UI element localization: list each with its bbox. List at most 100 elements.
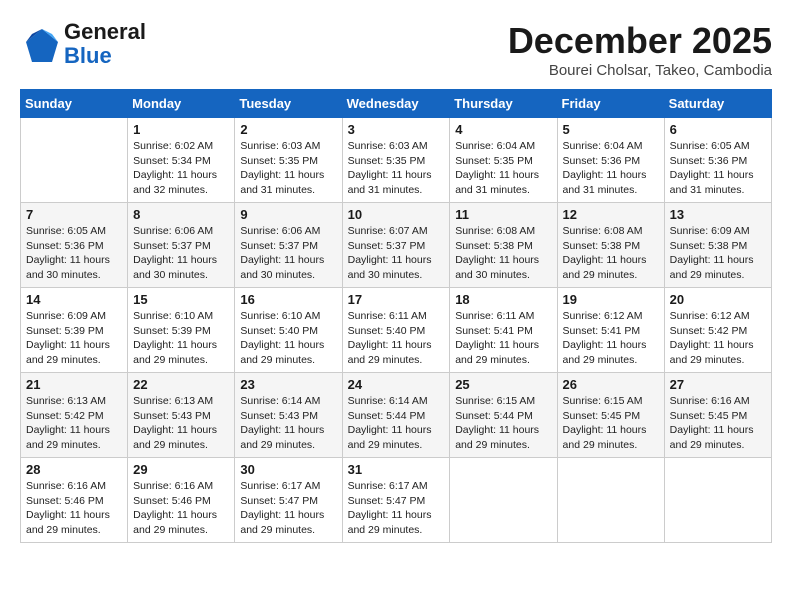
- day-info: Sunrise: 6:02 AMSunset: 5:34 PMDaylight:…: [133, 139, 229, 198]
- day-info: Sunrise: 6:10 AMSunset: 5:39 PMDaylight:…: [133, 309, 229, 368]
- calendar-cell: 22 Sunrise: 6:13 AMSunset: 5:43 PMDayligh…: [128, 373, 235, 458]
- calendar-cell: [450, 458, 557, 543]
- day-number: 22: [133, 377, 229, 392]
- day-info: Sunrise: 6:06 AMSunset: 5:37 PMDaylight:…: [240, 224, 336, 283]
- day-info: Sunrise: 6:17 AMSunset: 5:47 PMDaylight:…: [240, 479, 336, 538]
- day-info: Sunrise: 6:13 AMSunset: 5:42 PMDaylight:…: [26, 394, 122, 453]
- calendar-cell: 13Sunrise: 6:09 AMSunset: 5:38 PMDayligh…: [664, 203, 771, 288]
- weekday-header: Monday: [128, 90, 235, 118]
- calendar-cell: 17 Sunrise: 6:11 AMSunset: 5:40 PMDayligh…: [342, 288, 450, 373]
- calendar-cell: 8 Sunrise: 6:06 AMSunset: 5:37 PMDaylight…: [128, 203, 235, 288]
- month-title: December 2025: [508, 20, 772, 62]
- day-info: Sunrise: 6:09 AMSunset: 5:38 PMDaylight:…: [670, 224, 766, 283]
- day-number: 4: [455, 122, 551, 137]
- calendar-week-row: 21 Sunrise: 6:13 AMSunset: 5:42 PMDayligh…: [21, 373, 772, 458]
- weekday-header: Wednesday: [342, 90, 450, 118]
- day-number: 26: [563, 377, 659, 392]
- day-info: Sunrise: 6:14 AMSunset: 5:43 PMDaylight:…: [240, 394, 336, 453]
- calendar-cell: 29 Sunrise: 6:16 AMSunset: 5:46 PMDayligh…: [128, 458, 235, 543]
- calendar-cell: 25 Sunrise: 6:15 AMSunset: 5:44 PMDayligh…: [450, 373, 557, 458]
- day-info: Sunrise: 6:10 AMSunset: 5:40 PMDaylight:…: [240, 309, 336, 368]
- day-info: Sunrise: 6:06 AMSunset: 5:37 PMDaylight:…: [133, 224, 229, 283]
- day-number: 10: [348, 207, 445, 222]
- logo-line2: Blue: [64, 44, 146, 68]
- day-number: 5: [563, 122, 659, 137]
- calendar-week-row: 14Sunrise: 6:09 AMSunset: 5:39 PMDayligh…: [21, 288, 772, 373]
- day-info: Sunrise: 6:15 AMSunset: 5:45 PMDaylight:…: [563, 394, 659, 453]
- calendar-cell: [557, 458, 664, 543]
- calendar-cell: 1Sunrise: 6:02 AMSunset: 5:34 PMDaylight…: [128, 118, 235, 203]
- day-info: Sunrise: 6:04 AMSunset: 5:35 PMDaylight:…: [455, 139, 551, 198]
- weekday-header: Sunday: [21, 90, 128, 118]
- day-number: 17: [348, 292, 445, 307]
- calendar-header-row: SundayMondayTuesdayWednesdayThursdayFrid…: [21, 90, 772, 118]
- logo-icon: [20, 24, 60, 64]
- day-number: 23: [240, 377, 336, 392]
- calendar-cell: 4 Sunrise: 6:04 AMSunset: 5:35 PMDaylight…: [450, 118, 557, 203]
- calendar-cell: 18Sunrise: 6:11 AMSunset: 5:41 PMDayligh…: [450, 288, 557, 373]
- calendar-cell: 30 Sunrise: 6:17 AMSunset: 5:47 PMDayligh…: [235, 458, 342, 543]
- day-info: Sunrise: 6:07 AMSunset: 5:37 PMDaylight:…: [348, 224, 445, 283]
- calendar-cell: 28 Sunrise: 6:16 AMSunset: 5:46 PMDayligh…: [21, 458, 128, 543]
- calendar-cell: 19 Sunrise: 6:12 AMSunset: 5:41 PMDayligh…: [557, 288, 664, 373]
- day-number: 25: [455, 377, 551, 392]
- day-info: Sunrise: 6:08 AMSunset: 5:38 PMDaylight:…: [563, 224, 659, 283]
- calendar-cell: 12Sunrise: 6:08 AMSunset: 5:38 PMDayligh…: [557, 203, 664, 288]
- calendar-cell: 31Sunrise: 6:17 AMSunset: 5:47 PMDayligh…: [342, 458, 450, 543]
- weekday-header: Tuesday: [235, 90, 342, 118]
- calendar-week-row: 28 Sunrise: 6:16 AMSunset: 5:46 PMDayligh…: [21, 458, 772, 543]
- calendar-cell: 21 Sunrise: 6:13 AMSunset: 5:42 PMDayligh…: [21, 373, 128, 458]
- calendar-cell: 27 Sunrise: 6:16 AMSunset: 5:45 PMDayligh…: [664, 373, 771, 458]
- day-info: Sunrise: 6:16 AMSunset: 5:45 PMDaylight:…: [670, 394, 766, 453]
- day-info: Sunrise: 6:11 AMSunset: 5:41 PMDaylight:…: [455, 309, 551, 368]
- calendar-cell: 5 Sunrise: 6:04 AMSunset: 5:36 PMDaylight…: [557, 118, 664, 203]
- calendar-cell: 15 Sunrise: 6:10 AMSunset: 5:39 PMDayligh…: [128, 288, 235, 373]
- day-number: 8: [133, 207, 229, 222]
- day-number: 31: [348, 462, 445, 477]
- day-info: Sunrise: 6:03 AMSunset: 5:35 PMDaylight:…: [348, 139, 445, 198]
- logo-line1: General: [64, 20, 146, 44]
- day-info: Sunrise: 6:03 AMSunset: 5:35 PMDaylight:…: [240, 139, 336, 198]
- day-number: 14: [26, 292, 122, 307]
- day-number: 30: [240, 462, 336, 477]
- calendar-cell: 23 Sunrise: 6:14 AMSunset: 5:43 PMDayligh…: [235, 373, 342, 458]
- day-info: Sunrise: 6:04 AMSunset: 5:36 PMDaylight:…: [563, 139, 659, 198]
- calendar-cell: 9 Sunrise: 6:06 AMSunset: 5:37 PMDaylight…: [235, 203, 342, 288]
- day-number: 29: [133, 462, 229, 477]
- day-info: Sunrise: 6:14 AMSunset: 5:44 PMDaylight:…: [348, 394, 445, 453]
- calendar-cell: [664, 458, 771, 543]
- day-number: 19: [563, 292, 659, 307]
- day-info: Sunrise: 6:13 AMSunset: 5:43 PMDaylight:…: [133, 394, 229, 453]
- calendar-week-row: 1Sunrise: 6:02 AMSunset: 5:34 PMDaylight…: [21, 118, 772, 203]
- day-number: 28: [26, 462, 122, 477]
- calendar-cell: 2Sunrise: 6:03 AMSunset: 5:35 PMDaylight…: [235, 118, 342, 203]
- calendar-cell: 20Sunrise: 6:12 AMSunset: 5:42 PMDayligh…: [664, 288, 771, 373]
- logo: General Blue: [20, 20, 146, 68]
- day-number: 11: [455, 207, 551, 222]
- calendar-cell: 6 Sunrise: 6:05 AMSunset: 5:36 PMDaylight…: [664, 118, 771, 203]
- day-number: 6: [670, 122, 766, 137]
- day-number: 7: [26, 207, 122, 222]
- calendar-cell: 11Sunrise: 6:08 AMSunset: 5:38 PMDayligh…: [450, 203, 557, 288]
- day-number: 27: [670, 377, 766, 392]
- calendar-cell: 3 Sunrise: 6:03 AMSunset: 5:35 PMDaylight…: [342, 118, 450, 203]
- day-number: 24: [348, 377, 445, 392]
- day-info: Sunrise: 6:12 AMSunset: 5:41 PMDaylight:…: [563, 309, 659, 368]
- day-number: 20: [670, 292, 766, 307]
- calendar-cell: 16Sunrise: 6:10 AMSunset: 5:40 PMDayligh…: [235, 288, 342, 373]
- day-info: Sunrise: 6:16 AMSunset: 5:46 PMDaylight:…: [26, 479, 122, 538]
- title-area: December 2025 Bourei Cholsar, Takeo, Cam…: [508, 20, 772, 79]
- day-number: 21: [26, 377, 122, 392]
- day-info: Sunrise: 6:15 AMSunset: 5:44 PMDaylight:…: [455, 394, 551, 453]
- day-number: 3: [348, 122, 445, 137]
- day-number: 15: [133, 292, 229, 307]
- day-info: Sunrise: 6:16 AMSunset: 5:46 PMDaylight:…: [133, 479, 229, 538]
- calendar-cell: 14Sunrise: 6:09 AMSunset: 5:39 PMDayligh…: [21, 288, 128, 373]
- calendar-cell: 26 Sunrise: 6:15 AMSunset: 5:45 PMDayligh…: [557, 373, 664, 458]
- calendar-cell: 10 Sunrise: 6:07 AMSunset: 5:37 PMDayligh…: [342, 203, 450, 288]
- day-info: Sunrise: 6:05 AMSunset: 5:36 PMDaylight:…: [670, 139, 766, 198]
- calendar-cell: 24 Sunrise: 6:14 AMSunset: 5:44 PMDayligh…: [342, 373, 450, 458]
- day-info: Sunrise: 6:11 AMSunset: 5:40 PMDaylight:…: [348, 309, 445, 368]
- page-header: General Blue December 2025 Bourei Cholsa…: [20, 20, 772, 79]
- day-number: 9: [240, 207, 336, 222]
